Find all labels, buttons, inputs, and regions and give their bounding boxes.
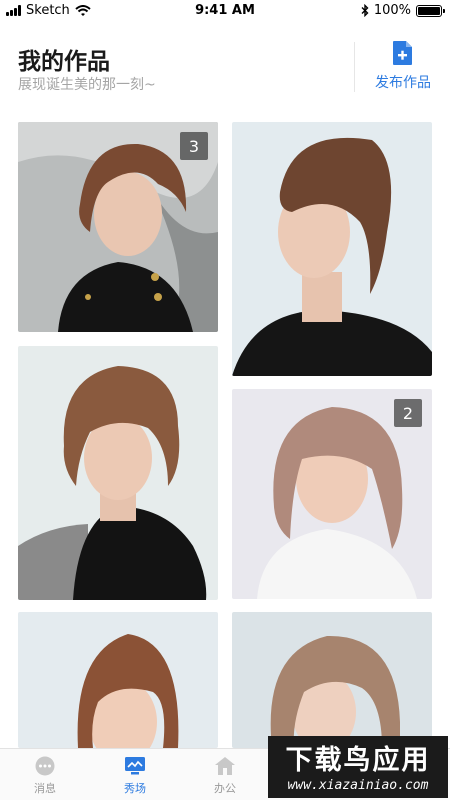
gallery-item[interactable] [18, 612, 218, 748]
gallery-item[interactable] [232, 612, 432, 748]
battery-fill [418, 6, 440, 15]
page-title: 我的作品 [18, 49, 110, 75]
hairstyle-photo [18, 612, 218, 748]
showcase-icon [125, 757, 145, 775]
tab-label: 消息 [34, 782, 56, 795]
publish-label: 发布作品 [375, 75, 431, 91]
bluetooth-icon [361, 4, 369, 17]
battery-percent: 100% [373, 3, 411, 18]
tab-label: 办公 [214, 782, 236, 795]
page-header: 我的作品 展现诞生美的那一刻~ 发布作品 [0, 36, 450, 100]
gallery-item[interactable]: 3 [18, 122, 218, 332]
publish-work-button[interactable]: 发布作品 [362, 40, 444, 96]
image-count-badge: 2 [394, 399, 422, 427]
tab-label: 秀场 [124, 782, 146, 795]
battery-icon [416, 4, 445, 17]
header-divider [354, 42, 355, 92]
hairstyle-photo [232, 122, 432, 376]
watermark-title: 下载鸟应用 [285, 745, 431, 776]
hairstyle-photo [232, 612, 432, 748]
add-document-icon [393, 41, 412, 65]
hairstyle-photo [18, 346, 218, 600]
status-bar: Sketch 9:41 AM 100% [0, 0, 450, 22]
watermark: 下载鸟应用 www.xiazainiao.com [268, 736, 448, 798]
tab-showcase[interactable]: 秀场 [90, 749, 180, 800]
gallery-item[interactable]: 2 [232, 389, 432, 599]
image-count-badge: 3 [180, 132, 208, 160]
tab-messages[interactable]: 消息 [0, 749, 90, 800]
page-subtitle: 展现诞生美的那一刻~ [18, 77, 156, 93]
chat-bubble-icon [35, 756, 55, 776]
gallery-item[interactable] [232, 122, 432, 376]
home-icon [215, 757, 235, 775]
tab-office[interactable]: 办公 [180, 749, 270, 800]
watermark-url: www.xiazainiao.com [287, 778, 429, 793]
status-right: 100% [361, 3, 445, 18]
gallery-item[interactable] [18, 346, 218, 600]
